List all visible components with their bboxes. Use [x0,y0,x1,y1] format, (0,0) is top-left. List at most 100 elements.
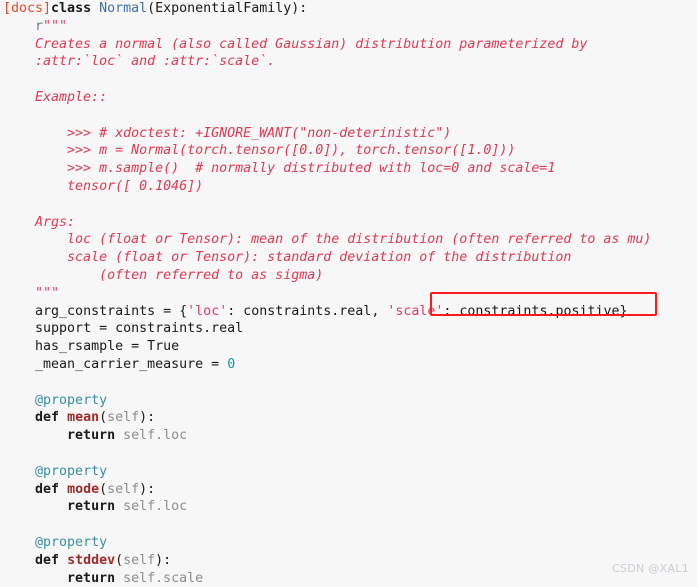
docstring-body: Creates a normal (also called Gaussian) … [0,36,697,285]
indent [3,428,67,443]
indent [3,321,35,336]
indent [3,553,35,568]
function-name-stddev: stddev [67,553,115,568]
return-expression: self.loc [115,428,187,443]
code-line-docstring-open: r""" [0,18,697,36]
code-line-support: support = constraints.real [0,320,697,338]
docstring-text: (often referred to as sigma) [3,268,323,283]
code-line-docstring-text: scale (float or Tensor): standard deviat… [0,249,697,267]
code-line-decorator: @property [0,463,697,481]
self-parameter: self [107,482,139,497]
numeric-literal: 0 [227,357,235,372]
open-paren: ( [99,410,107,425]
property-blocks: @property def mean(self): return self.lo… [0,374,697,587]
mean-carrier-measure-name: _mean_carrier_measure [35,357,203,372]
close-paren-colon: ): [139,410,155,425]
colon-separator: : [227,304,243,319]
dict-value-scale: constraints.positive [459,304,619,319]
code-line-blank [0,71,697,89]
support-statement: support = constraints.real [35,321,243,336]
triple-quote-open: """ [43,19,67,34]
indent [3,339,35,354]
self-parameter: self [107,410,139,425]
open-brace: { [179,304,187,319]
code-line-return-stddev: return self.scale [0,570,697,587]
docstring-text: Creates a normal (also called Gaussian) … [3,37,587,52]
close-brace: } [620,304,628,319]
indent [3,286,35,301]
keyword-return: return [67,571,115,586]
docs-tag[interactable]: [docs] [3,1,51,16]
colon-separator-2: : [443,304,459,319]
code-line-docstring-text: tensor([ 0.1046]) [0,178,697,196]
code-line-blank [0,445,697,463]
close-paren-colon: ): [155,553,171,568]
docstring-text: >>> # xdoctest: +IGNORE_WANT("non-deteri… [3,126,451,141]
docstring-text: >>> m.sample() # normally distributed wi… [3,161,555,176]
code-line-blank [0,516,697,534]
comma-separator: , [371,304,387,319]
code-line-def-mean: def mean(self): [0,409,697,427]
property-decorator: @property [35,535,107,550]
code-line-def-mode: def mode(self): [0,481,697,499]
code-line-docstring-text: (often referred to as sigma) [0,267,697,285]
code-line-docstring-text: >>> m = Normal(torch.tensor([0.0]), torc… [0,142,697,160]
indent [3,464,35,479]
code-line-docstring-text: Args: [0,214,697,232]
indent [3,19,35,34]
code-line-arg-constraints: arg_constraints = {'loc': constraints.re… [0,303,697,321]
keyword-return: return [67,428,115,443]
return-expression: self.loc [115,499,187,514]
assign-operator: = [155,304,179,319]
indent [3,410,35,425]
docstring-text: scale (float or Tensor): standard deviat… [3,250,571,265]
indent [3,482,35,497]
indent [3,535,35,550]
assign-operator: = [203,357,227,372]
code-line-docstring-text: Creates a normal (also called Gaussian) … [0,36,697,54]
code-line-class-declaration: [docs]class Normal(ExponentialFamily): [0,0,697,18]
code-line-decorator: @property [0,392,697,410]
keyword-def: def [35,410,59,425]
keyword-return: return [67,499,115,514]
code-line-blank [0,196,697,214]
triple-quote-close: """ [35,286,59,301]
docstring-text: tensor([ 0.1046]) [3,179,203,194]
space [91,1,99,16]
indent [3,393,35,408]
space [59,482,67,497]
property-decorator: @property [35,464,107,479]
space [59,410,67,425]
indent [3,571,67,586]
class-signature: (ExponentialFamily): [147,1,307,16]
code-line-blank [0,374,697,392]
code-line-docstring-text: >>> m.sample() # normally distributed wi… [0,160,697,178]
keyword-def: def [35,482,59,497]
code-line-has-rsample: has_rsample = True [0,338,697,356]
function-name-mode: mode [67,482,99,497]
space [59,553,67,568]
code-line-docstring-text: loc (float or Tensor): mean of the distr… [0,231,697,249]
code-line-def-stddev: def stddev(self): [0,552,697,570]
docstring-text: loc (float or Tensor): mean of the distr… [3,232,651,247]
property-decorator: @property [35,393,107,408]
code-line-return-mode: return self.loc [0,498,697,516]
class-name: Normal [99,1,147,16]
code-viewer[interactable]: [docs]class Normal(ExponentialFamily): r… [0,0,697,581]
keyword-def: def [35,553,59,568]
docstring-text: :attr:`loc` and :attr:`scale`. [3,54,275,69]
code-line-docstring-text: Example:: [0,89,697,107]
raw-string-prefix: r [35,19,43,34]
arg-constraints-name: arg_constraints [35,304,155,319]
docstring-text: >>> m = Normal(torch.tensor([0.0]), torc… [3,143,515,158]
code-line-blank [0,107,697,125]
code-line-docstring-text: :attr:`loc` and :attr:`scale`. [0,53,697,71]
code-line-mean-carrier-measure: _mean_carrier_measure = 0 [0,356,697,374]
indent [3,304,35,319]
indent [3,499,67,514]
function-name-mean: mean [67,410,99,425]
code-line-decorator: @property [0,534,697,552]
open-paren: ( [115,553,123,568]
return-expression: self.scale [115,571,203,586]
has-rsample-statement: has_rsample = True [35,339,179,354]
